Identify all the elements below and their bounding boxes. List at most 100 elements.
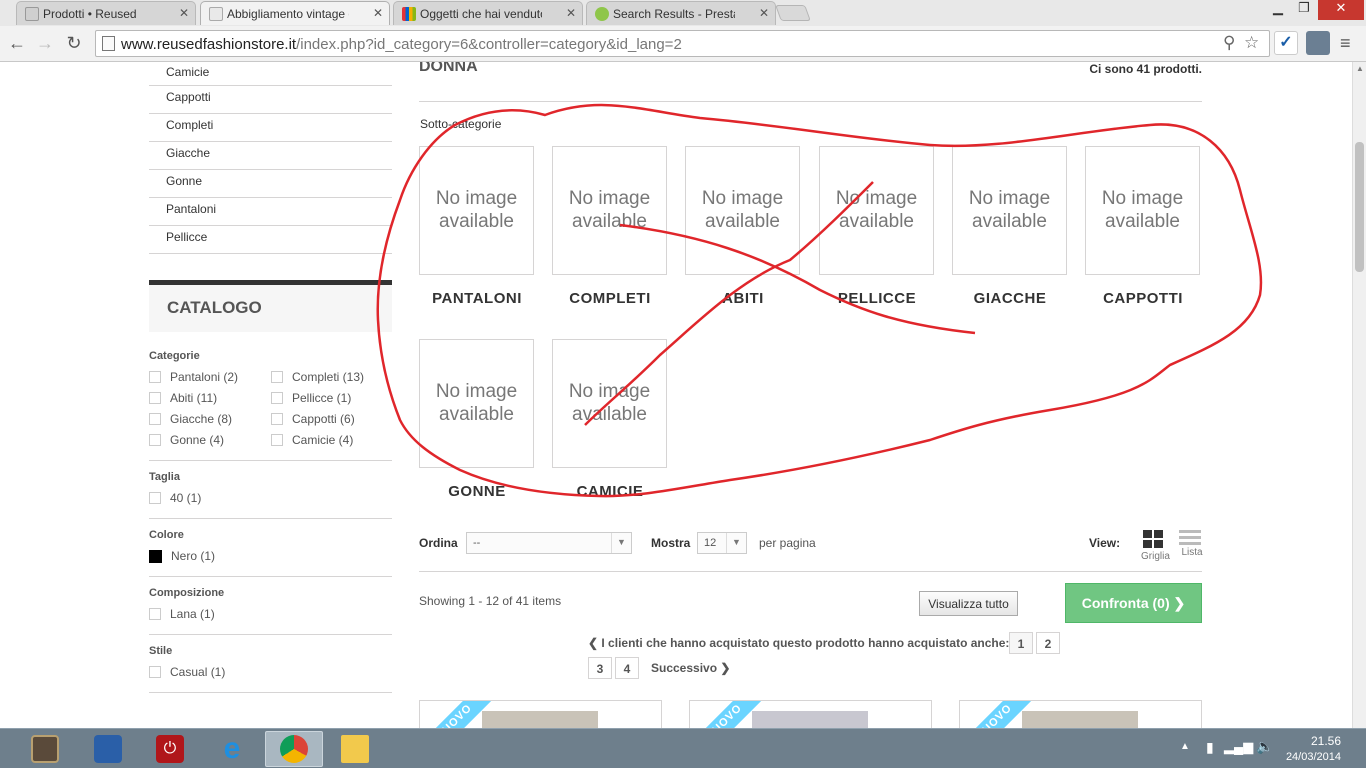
- checkbox[interactable]: [149, 392, 161, 404]
- taskbar-settings-app[interactable]: [83, 731, 133, 767]
- product-card[interactable]: NUOVO: [959, 700, 1202, 728]
- page-1[interactable]: 1: [1009, 632, 1033, 654]
- subcategory-gonne[interactable]: No image available GONNE: [419, 339, 535, 500]
- color-swatch[interactable]: [149, 549, 162, 563]
- checkbox[interactable]: [149, 492, 161, 504]
- search-icon[interactable]: ⚲: [1223, 33, 1235, 53]
- tab-search-results[interactable]: Search Results - PrestaSho ✕: [586, 1, 776, 25]
- checkbox[interactable]: [149, 608, 161, 620]
- category-item-pellicce[interactable]: Pellicce: [149, 226, 392, 254]
- filter-option[interactable]: Gonne (4): [149, 433, 271, 447]
- window-close-icon[interactable]: ✕: [1318, 0, 1364, 20]
- subcategory-name[interactable]: PELLICCE: [819, 290, 935, 307]
- category-item-pantaloni[interactable]: Pantaloni: [149, 198, 392, 226]
- subcategory-name[interactable]: PANTALONI: [419, 290, 535, 307]
- page-3[interactable]: 3: [588, 657, 612, 679]
- reload-icon[interactable]: ↻: [63, 32, 85, 54]
- new-tab-button[interactable]: [775, 5, 811, 21]
- view-all-button[interactable]: Visualizza tutto: [919, 591, 1018, 616]
- taskbar-shutdown-app[interactable]: ⏻: [145, 731, 195, 767]
- tab-prodotti[interactable]: Prodotti • Reused ✕: [16, 1, 196, 25]
- checkbox[interactable]: [149, 434, 161, 446]
- subcategory-name[interactable]: ABITI: [685, 290, 801, 307]
- subcategory-pantaloni[interactable]: No image available PANTALONI: [419, 146, 535, 307]
- product-image[interactable]: [1022, 711, 1138, 728]
- category-item-camicie[interactable]: Camicie: [149, 62, 392, 86]
- subcategory-name[interactable]: CAMICIE: [552, 483, 668, 500]
- filter-option[interactable]: Pellicce (1): [271, 391, 392, 405]
- tab-oggetti-venduti[interactable]: Oggetti che hai venduto d ✕: [393, 1, 583, 25]
- no-image-placeholder[interactable]: No image available: [1085, 146, 1200, 275]
- close-icon[interactable]: ✕: [179, 6, 189, 20]
- product-card[interactable]: NUOVO: [419, 700, 662, 728]
- filter-option[interactable]: Pantaloni (2): [149, 370, 271, 384]
- product-card[interactable]: NUOVO: [689, 700, 932, 728]
- page-2[interactable]: 2: [1036, 632, 1060, 654]
- product-image[interactable]: [482, 711, 598, 728]
- checkbox[interactable]: [271, 371, 283, 383]
- filter-option[interactable]: Cappotti (6): [271, 412, 392, 426]
- checkbox[interactable]: [149, 666, 161, 678]
- no-image-placeholder[interactable]: No image available: [419, 339, 534, 468]
- no-image-placeholder[interactable]: No image available: [952, 146, 1067, 275]
- checkbox[interactable]: [271, 392, 283, 404]
- browser-menu-icon[interactable]: ≡: [1340, 33, 1351, 54]
- subcategory-name[interactable]: GONNE: [419, 483, 535, 500]
- subcategory-name[interactable]: GIACCHE: [952, 290, 1068, 307]
- filter-option[interactable]: Completi (13): [271, 370, 392, 384]
- no-image-placeholder[interactable]: No image available: [552, 339, 667, 468]
- filter-option[interactable]: Casual (1): [149, 665, 271, 679]
- no-image-placeholder[interactable]: No image available: [552, 146, 667, 275]
- clock-time[interactable]: 21.56: [1311, 734, 1341, 748]
- tab-abbigliamento[interactable]: Abbigliamento vintage do ✕: [200, 1, 390, 25]
- subcategory-abiti[interactable]: No image available ABITI: [685, 146, 801, 307]
- taskbar-doc-app[interactable]: [20, 731, 70, 767]
- sort-select[interactable]: -- ▼: [466, 532, 632, 554]
- close-icon[interactable]: ✕: [566, 6, 576, 20]
- category-item-giacche[interactable]: Giacche: [149, 142, 392, 170]
- taskbar-file-explorer[interactable]: [330, 731, 380, 767]
- no-image-placeholder[interactable]: No image available: [685, 146, 800, 275]
- clock-date[interactable]: 24/03/2014: [1286, 751, 1341, 763]
- compare-button[interactable]: Confronta (0) ❯: [1065, 583, 1202, 623]
- filter-option[interactable]: Nero (1): [149, 549, 271, 563]
- page-scrollbar[interactable]: ▲: [1352, 62, 1366, 728]
- next-page-link[interactable]: Successivo ❯: [651, 661, 730, 675]
- close-icon[interactable]: ✕: [759, 6, 769, 20]
- view-list-button[interactable]: Lista: [1179, 530, 1205, 558]
- no-image-placeholder[interactable]: No image available: [819, 146, 934, 275]
- tray-expand-icon[interactable]: ▲: [1180, 741, 1190, 752]
- extension-check-icon[interactable]: ✓: [1274, 31, 1298, 55]
- subcategory-giacche[interactable]: No image available GIACCHE: [952, 146, 1068, 307]
- subcategory-name[interactable]: CAPPOTTI: [1085, 290, 1201, 307]
- close-icon[interactable]: ✕: [373, 6, 383, 20]
- no-image-placeholder[interactable]: No image available: [419, 146, 534, 275]
- subcategory-camicie[interactable]: No image available CAMICIE: [552, 339, 668, 500]
- subcategory-pellicce[interactable]: No image available PELLICCE: [819, 146, 935, 307]
- signal-icon[interactable]: ▂▄▆: [1224, 739, 1253, 755]
- checkbox[interactable]: [271, 434, 283, 446]
- category-item-gonne[interactable]: Gonne: [149, 170, 392, 198]
- checkbox[interactable]: [149, 413, 161, 425]
- filter-option[interactable]: Lana (1): [149, 607, 271, 621]
- subcategory-cappotti[interactable]: No image available CAPPOTTI: [1085, 146, 1201, 307]
- subcategory-name[interactable]: COMPLETI: [552, 290, 668, 307]
- filter-option[interactable]: Giacche (8): [149, 412, 271, 426]
- back-arrow-icon[interactable]: ←: [6, 32, 28, 54]
- bookmark-star-icon[interactable]: ☆: [1244, 33, 1259, 53]
- view-grid-button[interactable]: Griglia: [1141, 530, 1170, 562]
- profile-avatar-icon[interactable]: [1306, 31, 1330, 55]
- taskbar-chrome[interactable]: [265, 731, 323, 767]
- volume-icon[interactable]: 🔈: [1256, 738, 1273, 755]
- category-item-cappotti[interactable]: Cappotti: [149, 86, 392, 114]
- filter-option[interactable]: Camicie (4): [271, 433, 392, 447]
- filter-option[interactable]: Abiti (11): [149, 391, 271, 405]
- per-page-select[interactable]: 12 ▼: [697, 532, 747, 554]
- checkbox[interactable]: [271, 413, 283, 425]
- url-text[interactable]: www.reusedfashionstore.it/index.php?id_c…: [121, 36, 682, 53]
- scroll-up-icon[interactable]: ▲: [1356, 64, 1364, 73]
- restore-icon[interactable]: ❐: [1292, 0, 1316, 20]
- minimize-icon[interactable]: ▁: [1266, 0, 1290, 20]
- checkbox[interactable]: [149, 371, 161, 383]
- scrollbar-thumb[interactable]: [1355, 142, 1364, 272]
